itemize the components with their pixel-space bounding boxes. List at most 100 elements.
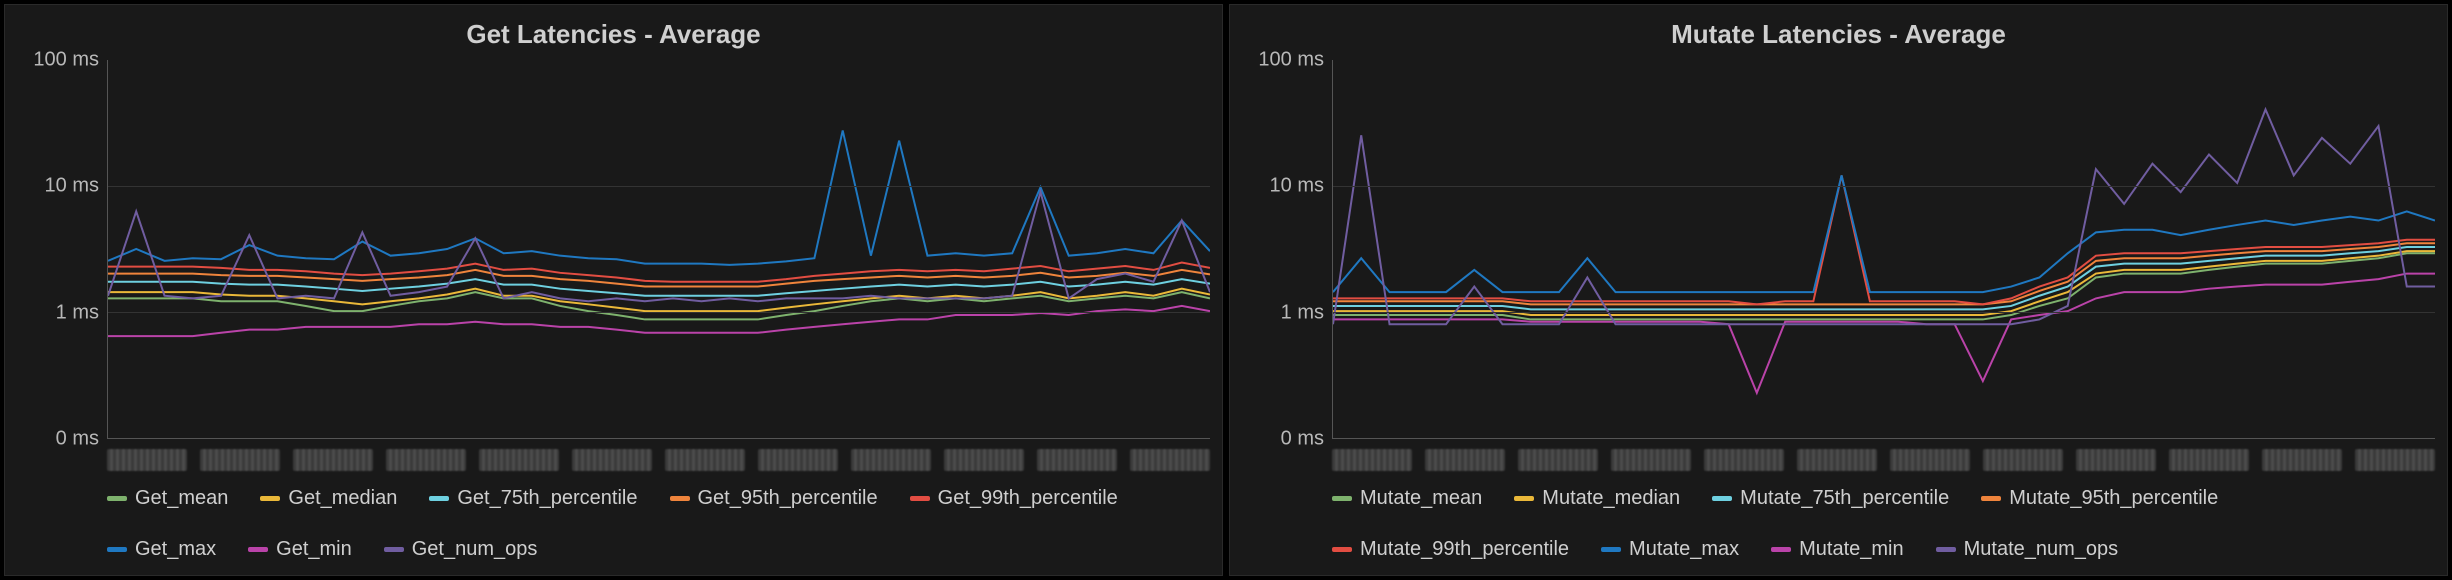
legend-label: Mutate_max: [1629, 538, 1739, 561]
y-axis: 0 ms1 ms10 ms100 ms: [17, 60, 107, 439]
plot-area[interactable]: 0 ms1 ms10 ms100 ms: [1242, 60, 2435, 439]
grid-line: [108, 186, 1210, 187]
y-tick-label: 10 ms: [1270, 175, 1324, 198]
legend-swatch: [1936, 547, 1956, 552]
x-axis: [107, 439, 1210, 477]
x-axis: [1332, 439, 2435, 477]
legend-swatch: [429, 496, 449, 501]
x-tick-obscured: [386, 449, 466, 471]
grid-line: [108, 312, 1210, 313]
x-tick-obscured: [851, 449, 931, 471]
plot-canvas[interactable]: [107, 60, 1210, 439]
legend-item[interactable]: Mutate_max: [1601, 538, 1739, 561]
legend-label: Get_median: [288, 487, 397, 510]
y-tick-label: 0 ms: [56, 428, 99, 451]
x-tick-obscured: [1130, 449, 1210, 471]
legend-label: Get_mean: [135, 487, 228, 510]
x-tick-obscured: [1983, 449, 2063, 471]
legend-label: Mutate_75th_percentile: [1740, 487, 1949, 510]
legend-swatch: [1712, 496, 1732, 501]
legend-label: Mutate_95th_percentile: [2009, 487, 2218, 510]
legend-item[interactable]: Get_num_ops: [384, 538, 538, 561]
grid-line: [1333, 312, 2435, 313]
x-tick-obscured: [2262, 449, 2342, 471]
legend[interactable]: Mutate_mean Mutate_median Mutate_75th_perc…: [1332, 487, 2435, 567]
legend-label: Get_75th_percentile: [457, 487, 637, 510]
y-tick-label: 1 ms: [56, 301, 99, 324]
x-tick-obscured: [293, 449, 373, 471]
legend-label: Mutate_median: [1542, 487, 1680, 510]
legend-item[interactable]: Get_median: [260, 487, 397, 510]
x-tick-obscured: [2355, 449, 2435, 471]
x-tick-obscured: [1518, 449, 1598, 471]
x-tick-obscured: [572, 449, 652, 471]
legend-item[interactable]: Mutate_75th_percentile: [1712, 487, 1949, 510]
x-tick-obscured: [1611, 449, 1691, 471]
legend-swatch: [910, 496, 930, 501]
legend-swatch: [1601, 547, 1621, 552]
legend-label: Mutate_min: [1799, 538, 1904, 561]
chart-title: Mutate Latencies - Average: [1242, 13, 2435, 60]
legend-item[interactable]: Mutate_mean: [1332, 487, 1482, 510]
legend-item[interactable]: Mutate_99th_percentile: [1332, 538, 1569, 561]
x-tick-obscured: [665, 449, 745, 471]
series-line[interactable]: [1333, 247, 2435, 309]
legend-item[interactable]: Get_99th_percentile: [910, 487, 1118, 510]
grid-line: [1333, 186, 2435, 187]
x-tick-obscured: [1332, 449, 1412, 471]
plot-area[interactable]: 0 ms1 ms10 ms100 ms: [17, 60, 1210, 439]
legend-label: Get_95th_percentile: [698, 487, 878, 510]
legend-item[interactable]: Mutate_num_ops: [1936, 538, 2119, 561]
legend-item[interactable]: Get_mean: [107, 487, 228, 510]
legend-swatch: [1981, 496, 2001, 501]
legend-swatch: [1771, 547, 1791, 552]
x-tick-obscured: [107, 449, 187, 471]
legend[interactable]: Get_mean Get_median Get_75th_percentile Get…: [107, 487, 1210, 567]
legend-item[interactable]: Get_95th_percentile: [670, 487, 878, 510]
x-tick-obscured: [479, 449, 559, 471]
legend-label: Get_num_ops: [412, 538, 538, 561]
y-tick-label: 1 ms: [1281, 301, 1324, 324]
legend-label: Get_99th_percentile: [938, 487, 1118, 510]
y-tick-label: 100 ms: [33, 49, 99, 72]
legend-swatch: [1332, 547, 1352, 552]
legend-swatch: [1514, 496, 1534, 501]
legend-swatch: [248, 547, 268, 552]
y-tick-label: 0 ms: [1281, 428, 1324, 451]
legend-label: Mutate_num_ops: [1964, 538, 2119, 561]
legend-label: Get_min: [276, 538, 352, 561]
series-line[interactable]: [108, 262, 1210, 281]
plot-canvas[interactable]: [1332, 60, 2435, 439]
x-tick-obscured: [1037, 449, 1117, 471]
legend-item[interactable]: Get_min: [248, 538, 352, 561]
y-axis: 0 ms1 ms10 ms100 ms: [1242, 60, 1332, 439]
series-line[interactable]: [108, 130, 1210, 264]
legend-item[interactable]: Get_max: [107, 538, 216, 561]
legend-item[interactable]: Mutate_median: [1514, 487, 1680, 510]
x-tick-obscured: [1704, 449, 1784, 471]
legend-swatch: [1332, 496, 1352, 501]
x-tick-obscured: [2076, 449, 2156, 471]
legend-swatch: [670, 496, 690, 501]
x-tick-obscured: [200, 449, 280, 471]
series-line[interactable]: [1333, 243, 2435, 304]
legend-label: Mutate_99th_percentile: [1360, 538, 1569, 561]
legend-item[interactable]: Mutate_95th_percentile: [1981, 487, 2218, 510]
chart-panel-get: Get Latencies - Average 0 ms1 ms10 ms100…: [4, 4, 1223, 576]
legend-label: Get_max: [135, 538, 216, 561]
legend-item[interactable]: Mutate_min: [1771, 538, 1904, 561]
series-line[interactable]: [1333, 175, 2435, 292]
chart-panel-mutate: Mutate Latencies - Average 0 ms 1 ms 10 ms…: [1229, 4, 2448, 576]
legend-swatch: [260, 496, 280, 501]
chart-title: Get Latencies - Average: [17, 13, 1210, 60]
legend-swatch: [107, 496, 127, 501]
x-tick-obscured: [1797, 449, 1877, 471]
x-tick-obscured: [758, 449, 838, 471]
x-tick-obscured: [1425, 449, 1505, 471]
legend-swatch: [107, 547, 127, 552]
x-tick-obscured: [1890, 449, 1970, 471]
y-tick-label: 100 ms: [1258, 49, 1324, 72]
legend-item[interactable]: Get_75th_percentile: [429, 487, 637, 510]
legend-label: Mutate_mean: [1360, 487, 1482, 510]
x-tick-obscured: [2169, 449, 2249, 471]
